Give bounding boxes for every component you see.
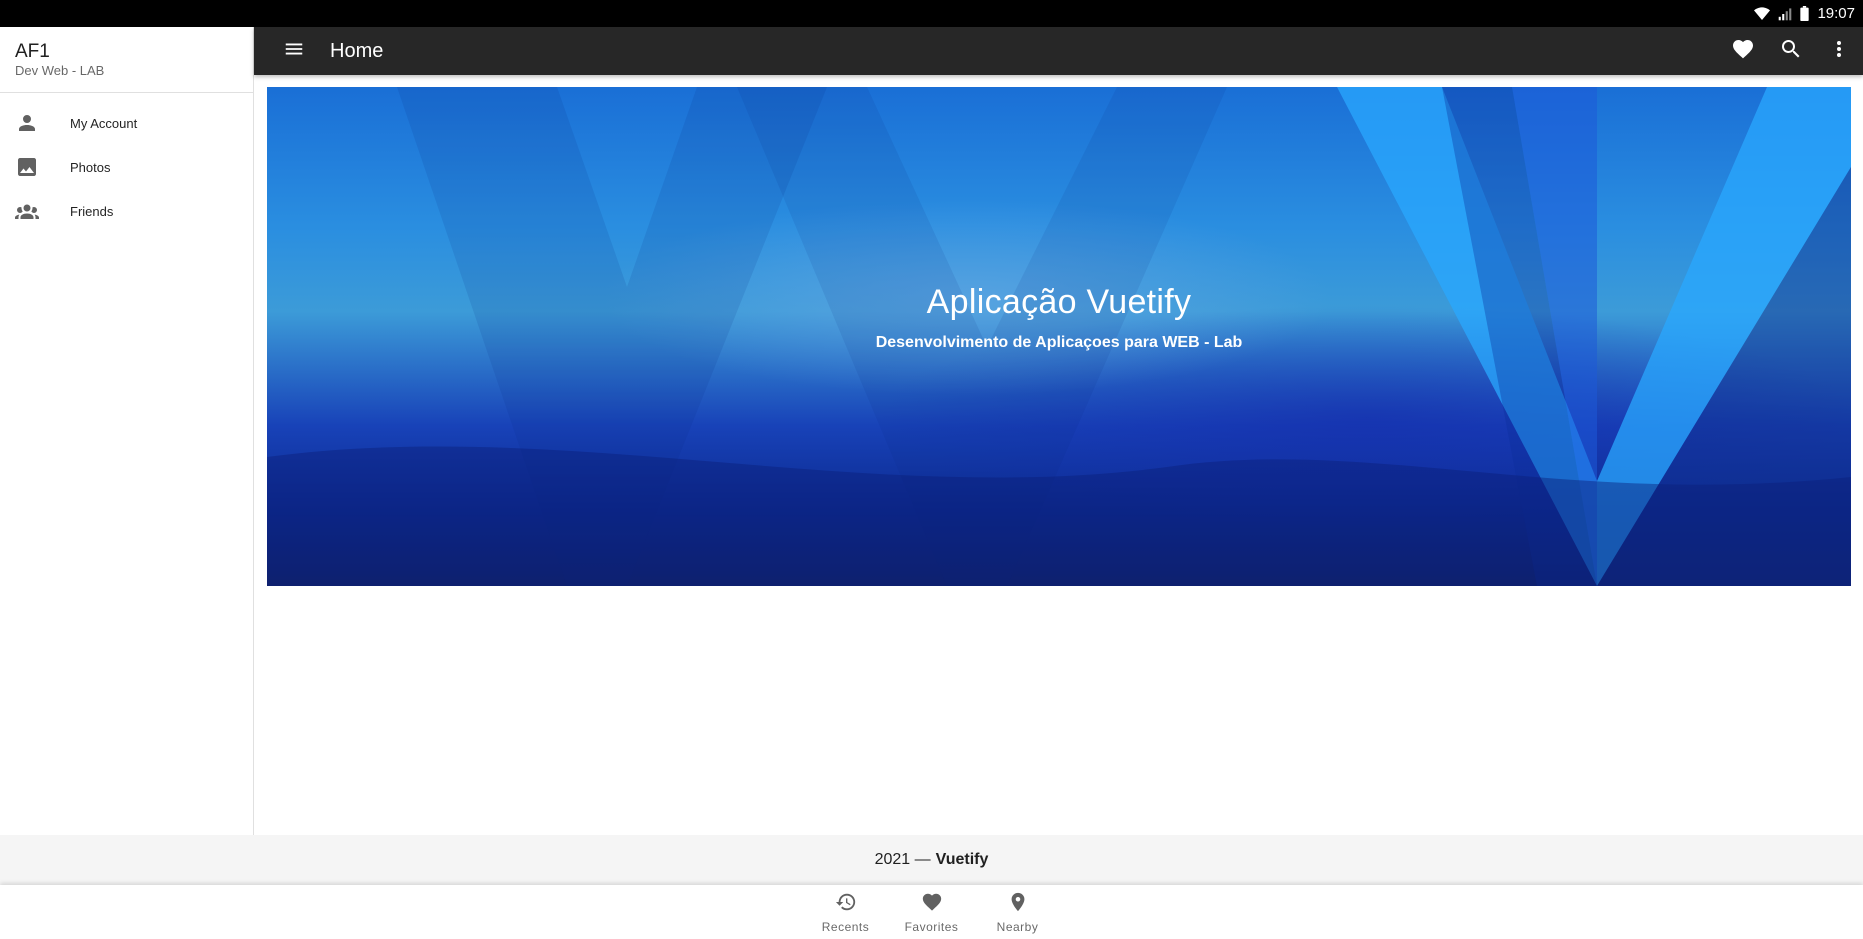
search-icon bbox=[1779, 37, 1803, 66]
heart-icon bbox=[921, 891, 943, 918]
favorite-button[interactable] bbox=[1719, 27, 1767, 75]
app-bar: Home bbox=[254, 27, 1863, 75]
search-button[interactable] bbox=[1767, 27, 1815, 75]
bottom-nav-recents[interactable]: Recents bbox=[803, 885, 889, 939]
page-title: Home bbox=[330, 39, 384, 62]
account-group-icon bbox=[15, 199, 39, 223]
navigation-drawer: AF1 Dev Web - LAB My Account Photos Frie… bbox=[0, 27, 254, 835]
status-bar: 19:07 bbox=[0, 0, 1863, 27]
status-time: 19:07 bbox=[1817, 5, 1855, 22]
more-vert-icon bbox=[1827, 37, 1851, 66]
battery-icon bbox=[1800, 6, 1810, 21]
drawer-title: AF1 bbox=[15, 41, 50, 62]
menu-button[interactable] bbox=[270, 27, 318, 75]
map-marker-icon bbox=[1007, 891, 1029, 918]
hero-title: Aplicação Vuetify bbox=[926, 283, 1192, 321]
hero-banner: Aplicação Vuetify Desenvolvimento de Apl… bbox=[267, 87, 1851, 586]
drawer-subtitle: Dev Web - LAB bbox=[15, 63, 105, 78]
menu-icon bbox=[283, 38, 305, 65]
nav-item-label: My Account bbox=[70, 115, 138, 131]
footer-year: 2021 — bbox=[874, 851, 931, 868]
history-icon bbox=[835, 891, 857, 918]
footer-brand: Vuetify bbox=[935, 851, 989, 868]
nav-item-my-account[interactable]: My Account bbox=[0, 101, 253, 145]
nav-item-photos[interactable]: Photos bbox=[0, 145, 253, 189]
nav-item-label: Friends bbox=[70, 203, 114, 219]
drawer-nav-list: My Account Photos Friends bbox=[0, 93, 253, 233]
bottom-navigation: Recents Favorites Nearby bbox=[0, 885, 1863, 939]
bottom-nav-label: Favorites bbox=[904, 919, 959, 934]
nav-item-friends[interactable]: Friends bbox=[0, 189, 253, 233]
more-options-button[interactable] bbox=[1815, 27, 1863, 75]
wifi-icon bbox=[1754, 6, 1771, 21]
bottom-nav-favorites[interactable]: Favorites bbox=[889, 885, 975, 939]
nav-item-label: Photos bbox=[70, 159, 111, 175]
bottom-nav-label: Nearby bbox=[996, 919, 1039, 934]
drawer-header: AF1 Dev Web - LAB bbox=[0, 27, 253, 93]
signal-icon bbox=[1778, 7, 1792, 21]
bottom-nav-label: Recents bbox=[821, 919, 870, 934]
hero-text: Aplicação Vuetify Desenvolvimento de Apl… bbox=[267, 87, 1851, 586]
bottom-nav-nearby[interactable]: Nearby bbox=[975, 885, 1061, 939]
hero-subtitle: Desenvolvimento de Aplicaçoes para WEB -… bbox=[875, 334, 1243, 351]
footer: 2021 — Vuetify bbox=[0, 835, 1863, 885]
account-icon bbox=[15, 111, 39, 135]
image-icon bbox=[15, 155, 39, 179]
heart-icon bbox=[1731, 37, 1755, 66]
